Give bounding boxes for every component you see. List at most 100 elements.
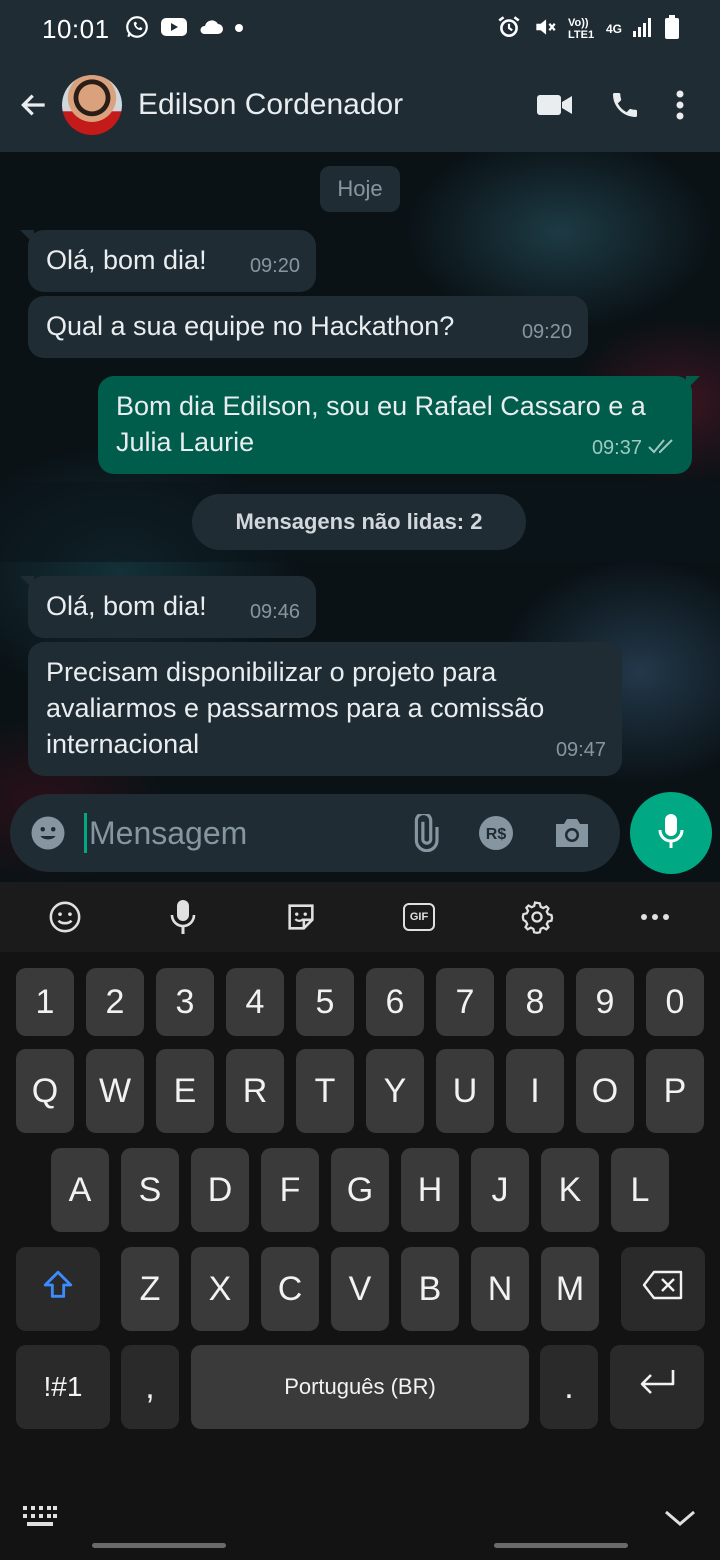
date-chip: Hoje — [320, 166, 400, 212]
emoji-icon[interactable] — [18, 803, 78, 863]
cloud-notification-icon — [198, 18, 224, 41]
message-text: Olá, bom dia! — [46, 245, 207, 275]
key-w[interactable]: W — [86, 1049, 144, 1133]
key-s[interactable]: S — [121, 1148, 179, 1232]
nav-handle-left — [92, 1543, 226, 1548]
chat-header: Edilson Cordenador — [0, 58, 720, 152]
key-7[interactable]: 7 — [436, 968, 494, 1036]
key-i[interactable]: I — [506, 1049, 564, 1133]
youtube-notification-icon — [160, 16, 188, 43]
key-l[interactable]: L — [611, 1148, 669, 1232]
contact-name[interactable]: Edilson Cordenador — [138, 88, 403, 122]
key-y[interactable]: Y — [366, 1049, 424, 1133]
sticker-icon[interactable] — [271, 887, 331, 947]
key-n[interactable]: N — [471, 1247, 529, 1331]
key-t[interactable]: T — [296, 1049, 354, 1133]
backspace-icon — [642, 1270, 684, 1309]
alarm-icon — [496, 14, 522, 45]
voice-call-icon[interactable] — [590, 75, 660, 135]
message-time: 09:20 — [521, 321, 572, 343]
shift-arrow-icon — [41, 1268, 75, 1311]
microphone-icon — [657, 812, 685, 855]
key-e[interactable]: E — [156, 1049, 214, 1133]
message-time: 09:37 — [591, 437, 642, 459]
gif-button[interactable]: GIF — [389, 887, 449, 947]
key-p[interactable]: P — [646, 1049, 704, 1133]
key-g[interactable]: G — [331, 1148, 389, 1232]
key-r[interactable]: R — [226, 1049, 284, 1133]
gif-label: GIF — [409, 911, 429, 923]
message-bubble[interactable]: Qual a sua equipe no Hackathon? 09:20 — [28, 296, 588, 358]
key-1[interactable]: 1 — [16, 968, 74, 1036]
key-8[interactable]: 8 — [506, 968, 564, 1036]
key-c[interactable]: C — [261, 1247, 319, 1331]
payment-icon[interactable]: R$ — [466, 803, 526, 863]
camera-icon[interactable] — [542, 803, 602, 863]
key-x[interactable]: X — [191, 1247, 249, 1331]
symbols-key[interactable]: !#1 — [16, 1345, 110, 1429]
key-h[interactable]: H — [401, 1148, 459, 1232]
key-5[interactable]: 5 — [296, 968, 354, 1036]
svg-text:R$: R$ — [486, 826, 507, 843]
message-time: 09:20 — [249, 255, 300, 277]
message-text: Qual a sua equipe no Hackathon? — [46, 311, 455, 341]
voice-input-icon[interactable] — [153, 887, 213, 947]
back-arrow-icon[interactable] — [10, 81, 58, 129]
message-bubble-outgoing[interactable]: Bom dia Edilson, sou eu Rafael Cassaro e… — [98, 376, 700, 474]
backspace-key[interactable] — [621, 1247, 705, 1331]
message-composer: Mensagem R$ — [10, 794, 620, 872]
key-9[interactable]: 9 — [576, 968, 634, 1036]
status-bar: 10:01 Vo)) LTE1 4G — [0, 0, 720, 58]
key-b[interactable]: B — [401, 1247, 459, 1331]
battery-icon — [664, 14, 680, 45]
more-options-icon[interactable] — [660, 75, 700, 135]
key-m[interactable]: M — [541, 1247, 599, 1331]
nav-handle-right — [494, 1543, 628, 1548]
settings-gear-icon[interactable] — [507, 887, 567, 947]
emoji-icon[interactable] — [35, 887, 95, 947]
period-key[interactable]: . — [540, 1345, 598, 1429]
net-type-label: 4G — [605, 22, 622, 36]
on-screen-keyboard: GIF 1 2 3 4 5 6 7 8 9 0 Q W E R T Y U I … — [0, 882, 720, 1560]
key-q[interactable]: Q — [16, 1049, 74, 1133]
keyboard-switch-icon[interactable] — [22, 1504, 58, 1533]
key-v[interactable]: V — [331, 1247, 389, 1331]
message-text: Precisam disponibilizar o projeto para a… — [46, 657, 545, 759]
key-6[interactable]: 6 — [366, 968, 424, 1036]
volte-label: Vo)) LTE1 — [567, 17, 595, 41]
message-bubble[interactable]: Olá, bom dia! 09:20 — [20, 230, 316, 292]
hide-keyboard-chevron-icon[interactable] — [662, 1506, 698, 1535]
more-icon[interactable] — [625, 887, 685, 947]
key-f[interactable]: F — [261, 1148, 319, 1232]
key-4[interactable]: 4 — [226, 968, 284, 1036]
mute-icon — [532, 14, 558, 45]
enter-key[interactable] — [610, 1345, 704, 1429]
key-k[interactable]: K — [541, 1148, 599, 1232]
comma-key[interactable]: , — [121, 1345, 179, 1429]
attach-icon[interactable] — [394, 803, 454, 863]
double-check-icon — [648, 428, 678, 464]
dot-icon — [234, 20, 244, 38]
voice-message-button[interactable] — [630, 792, 712, 874]
key-2[interactable]: 2 — [86, 968, 144, 1036]
key-d[interactable]: D — [191, 1148, 249, 1232]
video-call-icon[interactable] — [520, 75, 590, 135]
contact-avatar[interactable] — [62, 75, 122, 135]
key-z[interactable]: Z — [121, 1247, 179, 1331]
whatsapp-notification-icon — [124, 14, 150, 45]
space-bar[interactable]: Português (BR) — [191, 1345, 529, 1429]
key-0[interactable]: 0 — [646, 968, 704, 1036]
message-bubble[interactable]: Olá, bom dia! 09:46 — [20, 576, 316, 638]
key-u[interactable]: U — [436, 1049, 494, 1133]
message-time: 09:47 — [555, 739, 606, 761]
message-input[interactable]: Mensagem — [84, 813, 394, 853]
key-3[interactable]: 3 — [156, 968, 214, 1036]
key-j[interactable]: J — [471, 1148, 529, 1232]
message-bubble[interactable]: Precisam disponibilizar o projeto para a… — [28, 642, 622, 776]
message-time: 09:46 — [249, 601, 300, 623]
shift-key[interactable] — [16, 1247, 100, 1331]
message-text: Olá, bom dia! — [46, 591, 207, 621]
key-o[interactable]: O — [576, 1049, 634, 1133]
key-a[interactable]: A — [51, 1148, 109, 1232]
chat-area[interactable]: Hoje Olá, bom dia! 09:20 Qual a sua equi… — [0, 152, 720, 882]
